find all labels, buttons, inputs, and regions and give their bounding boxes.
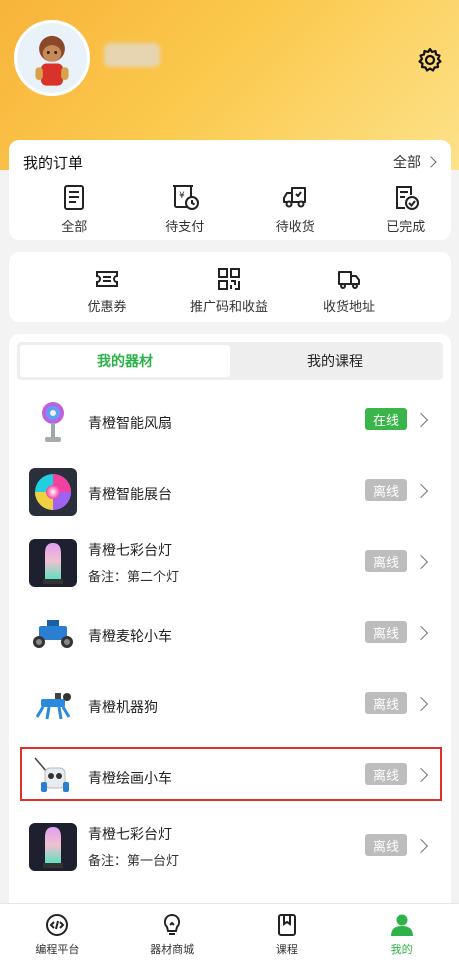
orders-view-all-link[interactable]: 全部 [393, 152, 437, 172]
device-row[interactable]: 青橙七彩台灯 备注：第二个灯 离线 [9, 528, 451, 598]
completed-check-icon [395, 186, 419, 210]
device-name: 青橙麦轮小车 [88, 629, 172, 645]
nav-label: 编程平台 [35, 943, 80, 956]
devices-tabs: 我的器材 我的课程 [17, 342, 443, 380]
device-image-display-stage [29, 468, 77, 516]
bottom-nav: 编程平台 器材商城 课程 我的 [0, 903, 459, 965]
chevron-right-icon [413, 767, 429, 783]
delivery-truck-icon [283, 187, 307, 208]
chevron-right-icon [413, 483, 429, 499]
gear-icon [418, 47, 442, 72]
orders-view-all-label: 全部 [393, 155, 421, 171]
settings-button[interactable] [416, 46, 444, 74]
nav-item-shop[interactable]: 器材商城 [115, 904, 230, 965]
shipping-truck-icon [338, 271, 360, 289]
order-tab-completed-label: 已完成 [386, 220, 426, 235]
device-name: 青橙机器狗 [88, 700, 158, 716]
status-badge: 离线 [365, 621, 407, 643]
coupon-label: 优惠券 [87, 300, 127, 315]
order-tab-pending-delivery[interactable]: 待收货 [250, 182, 341, 235]
device-image-colorful-lamp [29, 539, 77, 587]
device-row[interactable]: 青橙七彩台灯 备注：第一台灯 离线 [9, 812, 451, 882]
lightbulb-icon [164, 913, 181, 935]
chevron-right-icon [413, 554, 429, 570]
devices-card: 我的器材 我的课程 青橙智能风扇 在线 青橙智能展台 离线 青橙七彩台灯 备注：… [9, 334, 451, 904]
order-tab-pending-payment-label: 待支付 [165, 220, 205, 235]
nav-item-courses[interactable]: 课程 [230, 904, 345, 965]
status-badge: 离线 [365, 692, 407, 714]
order-tab-all[interactable]: 全部 [29, 182, 120, 235]
user-avatar-icon [17, 23, 87, 93]
device-row[interactable]: 青橙绘画小车 离线 [9, 741, 451, 811]
device-image-colorful-lamp [29, 823, 77, 871]
device-row[interactable]: 青橙智能风扇 在线 [9, 386, 451, 456]
device-image-robot-dog [29, 681, 77, 729]
coupon-icon [96, 271, 118, 287]
device-name: 青橙七彩台灯 [88, 827, 172, 843]
bookmark-book-icon [277, 914, 296, 936]
promo-code-entry[interactable]: 推广码和收益 [169, 266, 289, 315]
order-tab-all-label: 全部 [61, 220, 88, 235]
device-name: 青橙智能展台 [88, 487, 172, 503]
nav-item-mine[interactable]: 我的 [344, 904, 459, 965]
device-name: 青橙七彩台灯 [88, 543, 172, 559]
status-badge: 在线 [365, 408, 407, 430]
order-tab-pending-payment[interactable]: ¥ 待支付 [140, 182, 231, 235]
status-badge: 离线 [365, 479, 407, 501]
status-badge: 离线 [365, 550, 407, 572]
coupon-entry[interactable]: 优惠券 [47, 266, 167, 315]
nav-label: 课程 [275, 943, 298, 956]
chevron-right-icon [413, 696, 429, 712]
avatar[interactable] [14, 20, 90, 96]
pending-payment-icon: ¥ [172, 185, 199, 210]
chevron-right-icon [413, 838, 429, 854]
device-image-drawing-car [29, 752, 77, 800]
promo-code-label: 推广码和收益 [189, 300, 268, 315]
orders-card: 我的订单 全部 全部 ¥ 待支付 待收货 已完成 [9, 140, 451, 240]
tab-my-courses[interactable]: 我的课程 [230, 345, 440, 377]
device-note: 备注：第一台灯 [88, 854, 180, 869]
chevron-right-icon [413, 625, 429, 641]
status-badge: 离线 [365, 763, 407, 785]
username-blurred [104, 43, 160, 67]
services-card: 优惠券 推广码和收益 收货地址 [9, 252, 451, 322]
qr-code-icon [218, 268, 240, 290]
device-image-fan [29, 397, 77, 445]
order-tab-pending-delivery-label: 待收货 [275, 220, 315, 235]
nav-label: 我的 [390, 943, 413, 956]
chevron-right-icon [425, 156, 437, 168]
order-tab-completed[interactable]: 已完成 [361, 182, 452, 235]
shipping-address-label: 收货地址 [322, 300, 375, 315]
shipping-address-entry[interactable]: 收货地址 [289, 266, 409, 315]
device-name: 青橙绘画小车 [88, 771, 172, 787]
device-row[interactable]: 青橙麦轮小车 离线 [9, 599, 451, 669]
tab-my-devices[interactable]: 我的器材 [20, 345, 230, 377]
device-note: 备注：第二个灯 [88, 570, 180, 585]
chevron-right-icon [413, 412, 429, 428]
orders-title: 我的订单 [23, 154, 84, 172]
code-icon [46, 914, 69, 936]
status-badge: 离线 [365, 834, 407, 856]
device-row[interactable]: 青橙智能展台 离线 [9, 457, 451, 527]
svg-text:¥: ¥ [179, 191, 185, 201]
clipboard-list-icon [64, 185, 85, 210]
device-row[interactable]: 青橙机器狗 离线 [9, 670, 451, 740]
person-icon [390, 914, 413, 936]
nav-item-coding-platform[interactable]: 编程平台 [0, 904, 115, 965]
device-image-mecanum-car [29, 610, 77, 658]
nav-label: 器材商城 [150, 943, 195, 956]
device-name: 青橙智能风扇 [88, 416, 172, 432]
